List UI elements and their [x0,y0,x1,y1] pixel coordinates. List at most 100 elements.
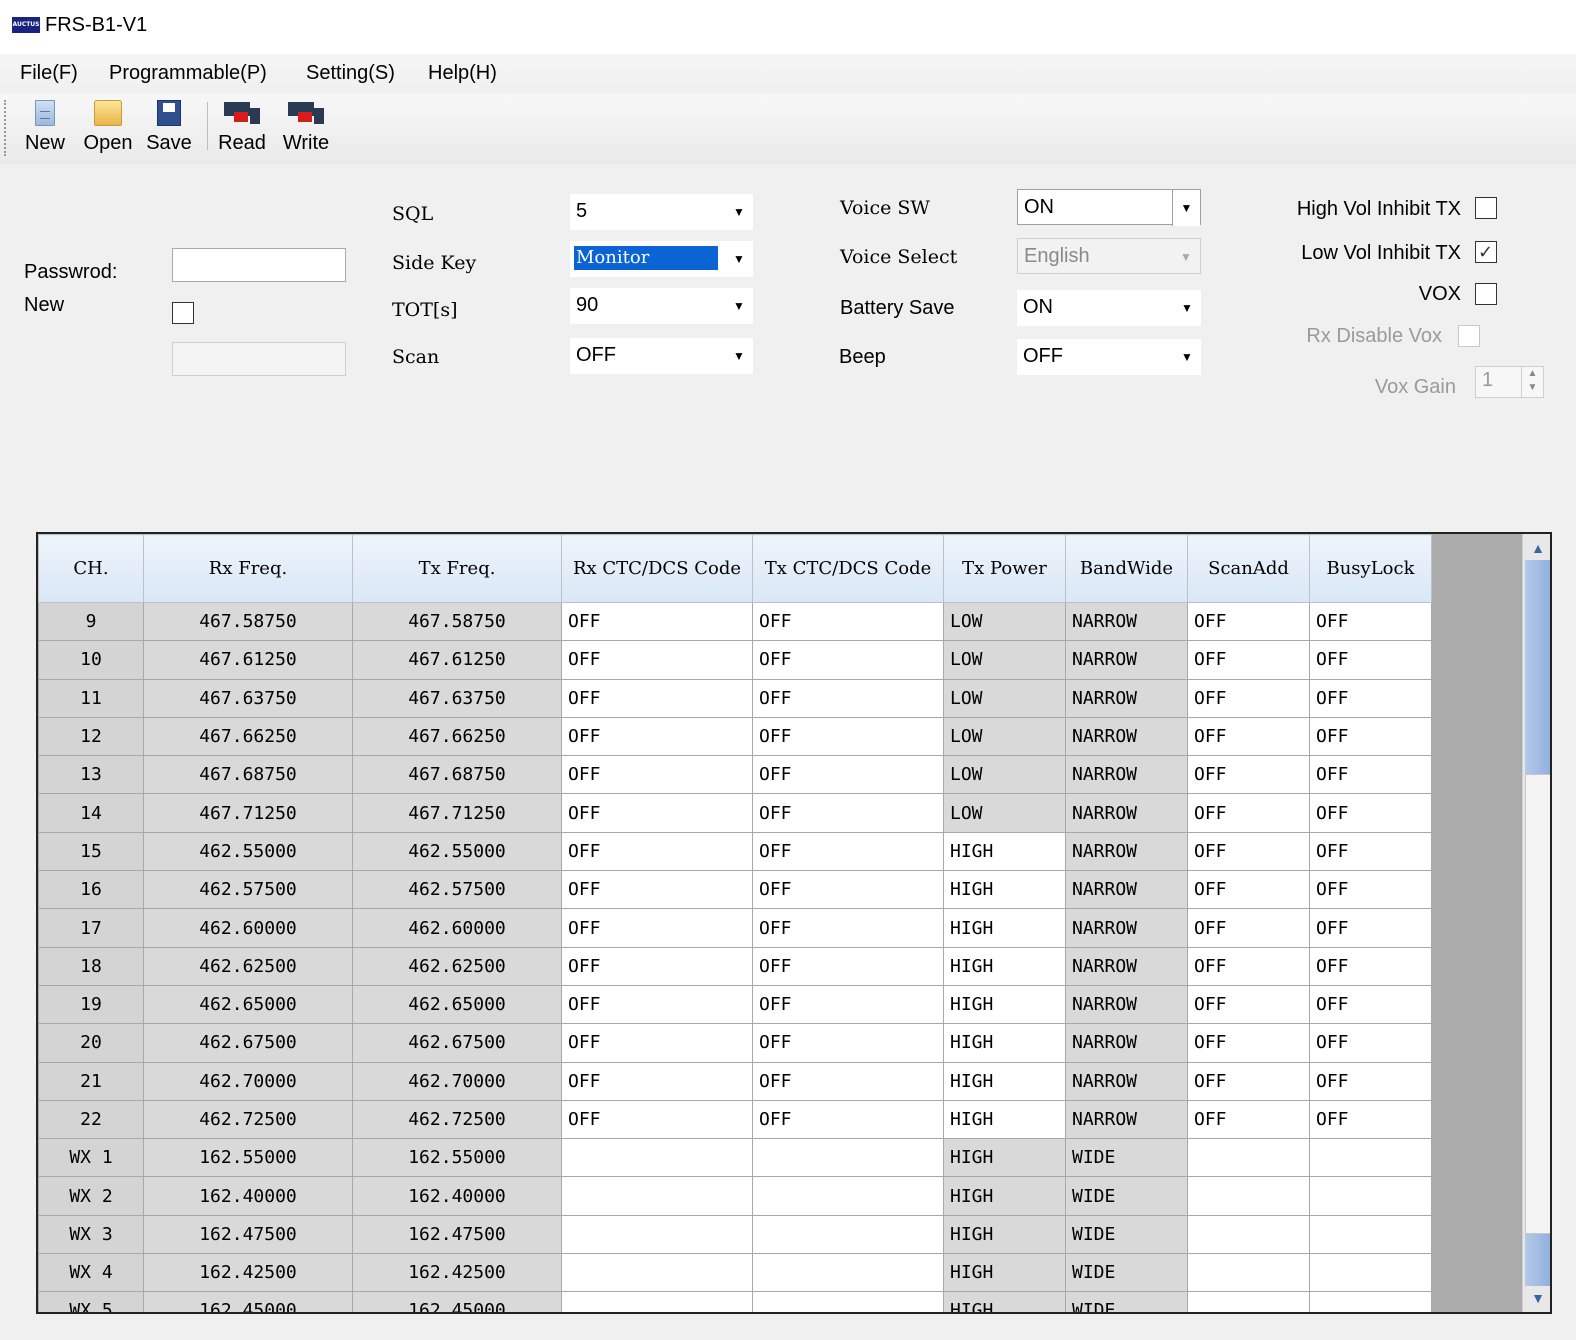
column-header[interactable]: Tx Power [943,534,1066,603]
table-cell[interactable]: WIDE [1065,1253,1188,1293]
table-cell[interactable]: WX 2 [38,1176,144,1216]
chevron-down-icon[interactable]: ▼ [1172,190,1200,226]
table-cell[interactable]: HIGH [943,1099,1066,1140]
table-cell[interactable]: WIDE [1065,1214,1188,1255]
column-header[interactable]: BandWide [1065,534,1188,603]
table-cell[interactable]: 162.45000 [143,1291,353,1312]
beep-select[interactable]: OFF ▼ [1017,339,1201,375]
table-cell[interactable]: OFF [561,793,753,833]
table-cell[interactable] [1309,1214,1432,1255]
table-cell[interactable]: 462.57500 [143,870,353,910]
table-cell[interactable]: OFF [1187,793,1310,833]
read-button[interactable]: Read [216,98,268,158]
table-cell[interactable]: NARROW [1065,1023,1188,1063]
toolbar-grip[interactable] [4,100,7,156]
table-cell[interactable]: OFF [1187,1061,1310,1101]
table-cell[interactable]: OFF [561,1099,753,1140]
high-vol-inhibit-checkbox[interactable] [1475,197,1497,219]
table-cell[interactable]: HIGH [943,1176,1066,1216]
table-cell[interactable]: 10 [38,640,144,680]
menu-help[interactable]: Help(H) [428,62,497,85]
table-cell[interactable]: 162.47500 [352,1214,562,1255]
table-cell[interactable]: OFF [561,601,753,642]
table-cell[interactable]: OFF [752,1023,944,1063]
table-cell[interactable]: OFF [561,1061,753,1101]
table-cell[interactable]: OFF [1309,601,1432,642]
table-cell[interactable] [752,1291,944,1312]
column-header[interactable]: Tx Freq. [352,534,562,603]
chevron-down-icon[interactable]: ▼ [725,288,753,324]
table-cell[interactable]: 22 [38,1099,144,1140]
column-header[interactable]: Tx CTC/DCS Code [752,534,944,603]
table-cell[interactable]: NARROW [1065,1061,1188,1101]
table-cell[interactable]: WX 4 [38,1253,144,1293]
table-cell[interactable] [561,1214,753,1255]
table-cell[interactable] [1309,1253,1432,1293]
table-cell[interactable]: NARROW [1065,946,1188,986]
table-cell[interactable]: 14 [38,793,144,833]
table-cell[interactable]: OFF [1187,755,1310,795]
table-cell[interactable]: OFF [1309,908,1432,948]
table-cell[interactable]: 467.68750 [352,755,562,795]
table-cell[interactable]: 162.55000 [352,1138,562,1178]
table-cell[interactable]: NARROW [1065,640,1188,680]
chevron-down-icon[interactable]: ▼ [725,338,753,374]
table-cell[interactable]: NARROW [1065,716,1188,757]
battery-save-select[interactable]: ON ▼ [1017,290,1201,326]
table-cell[interactable]: OFF [1187,946,1310,986]
table-cell[interactable]: 162.40000 [143,1176,353,1216]
table-cell[interactable]: HIGH [943,1253,1066,1293]
table-cell[interactable]: LOW [943,640,1066,680]
table-cell[interactable]: OFF [1309,678,1432,718]
table-cell[interactable]: HIGH [943,870,1066,910]
low-vol-inhibit-checkbox[interactable]: ✓ [1475,241,1497,263]
table-cell[interactable]: HIGH [943,831,1066,872]
table-cell[interactable]: LOW [943,716,1066,757]
table-cell[interactable] [1187,1214,1310,1255]
chevron-down-icon[interactable]: ▼ [1173,290,1201,326]
table-cell[interactable]: WIDE [1065,1176,1188,1216]
chevron-down-icon[interactable]: ▼ [725,194,753,230]
table-cell[interactable]: OFF [1309,716,1432,757]
column-header[interactable]: Rx CTC/DCS Code [561,534,753,603]
table-cell[interactable]: OFF [1309,984,1432,1025]
table-cell[interactable]: OFF [752,640,944,680]
table-cell[interactable]: 467.68750 [143,755,353,795]
column-header[interactable]: BusyLock [1309,534,1432,603]
table-cell[interactable]: 467.61250 [352,640,562,680]
table-cell[interactable]: OFF [752,793,944,833]
table-cell[interactable]: OFF [1309,1099,1432,1140]
table-cell[interactable]: OFF [561,946,753,986]
table-cell[interactable]: HIGH [943,946,1066,986]
table-cell[interactable]: 462.60000 [352,908,562,948]
table-cell[interactable]: NARROW [1065,1099,1188,1140]
table-cell[interactable]: OFF [561,640,753,680]
table-cell[interactable]: 462.62500 [352,946,562,986]
table-cell[interactable]: WX 5 [38,1291,144,1312]
table-cell[interactable]: HIGH [943,908,1066,948]
table-cell[interactable]: 19 [38,984,144,1025]
scrollbar-thumb[interactable] [1525,774,1550,1234]
table-cell[interactable]: OFF [561,716,753,757]
table-cell[interactable]: 162.42500 [143,1253,353,1293]
table-cell[interactable]: OFF [752,984,944,1025]
table-cell[interactable]: OFF [1187,908,1310,948]
table-cell[interactable]: 462.62500 [143,946,353,986]
table-cell[interactable]: WX 3 [38,1214,144,1255]
table-cell[interactable]: LOW [943,793,1066,833]
table-cell[interactable]: OFF [1309,870,1432,910]
table-cell[interactable]: 162.55000 [143,1138,353,1178]
table-cell[interactable]: 467.58750 [352,601,562,642]
table-cell[interactable]: OFF [1309,1061,1432,1101]
table-cell[interactable] [752,1176,944,1216]
table-cell[interactable]: OFF [1309,793,1432,833]
table-cell[interactable]: HIGH [943,1214,1066,1255]
table-cell[interactable]: 462.55000 [352,831,562,872]
table-cell[interactable]: NARROW [1065,601,1188,642]
menu-setting[interactable]: Setting(S) [306,62,395,85]
table-cell[interactable]: 11 [38,678,144,718]
table-cell[interactable]: OFF [1187,1023,1310,1063]
table-cell[interactable]: 15 [38,831,144,872]
table-cell[interactable]: 462.70000 [352,1061,562,1101]
new-button[interactable]: New [20,98,70,158]
